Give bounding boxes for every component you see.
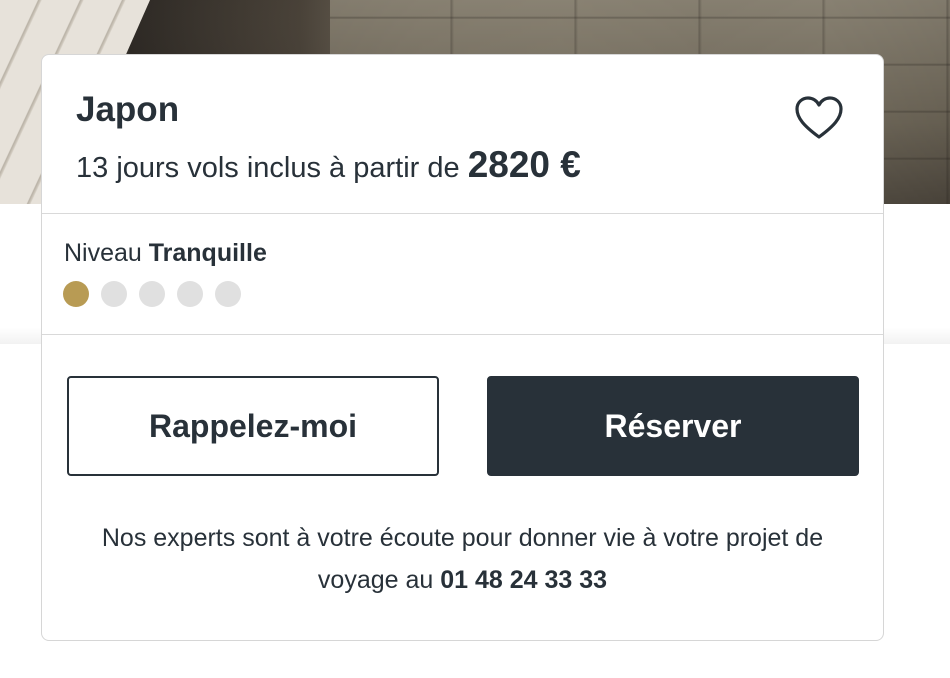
callback-button[interactable]: Rappelez-moi — [67, 376, 439, 476]
level-prefix: Niveau — [64, 239, 149, 267]
level-label: Niveau Tranquille — [64, 236, 267, 270]
heart-outline-icon — [795, 96, 843, 139]
trip-card-header: Japon 13 jours vols inclus à partir de 2… — [42, 55, 883, 214]
level-dot-empty — [139, 281, 165, 307]
level-dot-filled — [63, 281, 89, 307]
favorite-button[interactable] — [794, 95, 844, 141]
trip-card: Japon 13 jours vols inclus à partir de 2… — [41, 54, 884, 641]
trip-title: Japon — [76, 90, 180, 129]
contact-info: Nos experts sont à votre écoute pour don… — [62, 517, 863, 601]
level-dot-empty — [215, 281, 241, 307]
level-dot-empty — [101, 281, 127, 307]
level-rating-dots — [63, 281, 241, 307]
contact-phone: 01 48 24 33 33 — [440, 566, 608, 594]
trip-price: 2820 € — [467, 144, 581, 185]
book-button[interactable]: Réserver — [487, 376, 859, 476]
difficulty-level: Niveau Tranquille — [42, 214, 883, 335]
level-dot-empty — [177, 281, 203, 307]
trip-duration-text: 13 jours vols inclus à partir de — [76, 152, 468, 184]
trip-subtitle: 13 jours vols inclus à partir de 2820 € — [76, 145, 581, 188]
level-value: Tranquille — [148, 239, 267, 267]
